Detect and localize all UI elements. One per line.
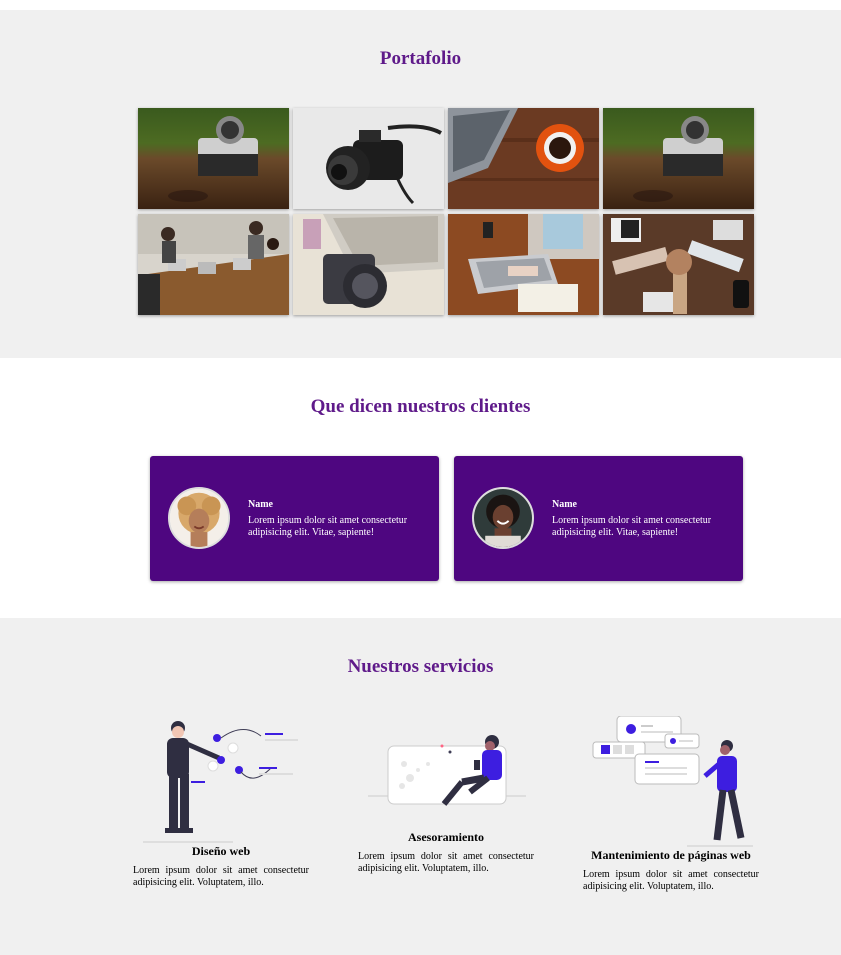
service-title: Mantenimiento de páginas web: [591, 848, 751, 862]
portfolio-gallery: [138, 108, 755, 315]
testimonials-title: Que dicen nuestros clientes: [310, 396, 531, 417]
service-consulting: Asesoramiento Lorem ipsum dolor sit amet…: [358, 716, 534, 875]
testimonial-name: Name: [248, 499, 273, 510]
testimonials-section: Que dicen nuestros clientes Name Lorem i…: [0, 358, 841, 618]
testimonial-text: Lorem ipsum dolor sit amet consectetur a…: [552, 515, 712, 538]
services-section: Nuestros servicios Diseño web Lorem ipsu…: [0, 618, 841, 955]
portfolio-section: Portafolio: [0, 10, 841, 358]
service-title: Asesoramiento: [408, 830, 484, 844]
testimonial-card: Name Lorem ipsum dolor sit amet consecte…: [454, 456, 743, 581]
services-title: Nuestros servicios: [347, 656, 494, 677]
web-design-illustration: [133, 716, 309, 844]
avatar: [168, 487, 230, 549]
portfolio-title: Portafolio: [379, 48, 462, 69]
service-title: Diseño web: [191, 844, 251, 858]
consulting-illustration: [358, 716, 534, 830]
portfolio-image-camera-on-table[interactable]: [603, 108, 754, 209]
portfolio-image-team-meeting[interactable]: [138, 214, 289, 315]
avatar: [472, 487, 534, 549]
maintenance-illustration: [583, 716, 759, 848]
portfolio-image-laptop-and-coffee[interactable]: [448, 108, 599, 209]
portfolio-image-dslr-camera[interactable]: [293, 108, 444, 209]
portfolio-image-camera-and-laptop[interactable]: [293, 214, 444, 315]
service-maintenance: Mantenimiento de páginas web Lorem ipsum…: [583, 716, 759, 893]
testimonial-name: Name: [552, 499, 577, 510]
testimonial-card: Name Lorem ipsum dolor sit amet consecte…: [150, 456, 439, 581]
service-text: Lorem ipsum dolor sit amet consectetur a…: [133, 865, 309, 888]
portfolio-image-team-fist-bump[interactable]: [603, 214, 754, 315]
portfolio-image-typing-on-laptop[interactable]: [448, 214, 599, 315]
service-text: Lorem ipsum dolor sit amet consectetur a…: [583, 869, 759, 892]
service-text: Lorem ipsum dolor sit amet consectetur a…: [358, 851, 534, 874]
testimonial-text: Lorem ipsum dolor sit amet consectetur a…: [248, 515, 408, 538]
service-web-design: Diseño web Lorem ipsum dolor sit amet co…: [133, 716, 309, 889]
portfolio-image-camera-on-table[interactable]: [138, 108, 289, 209]
